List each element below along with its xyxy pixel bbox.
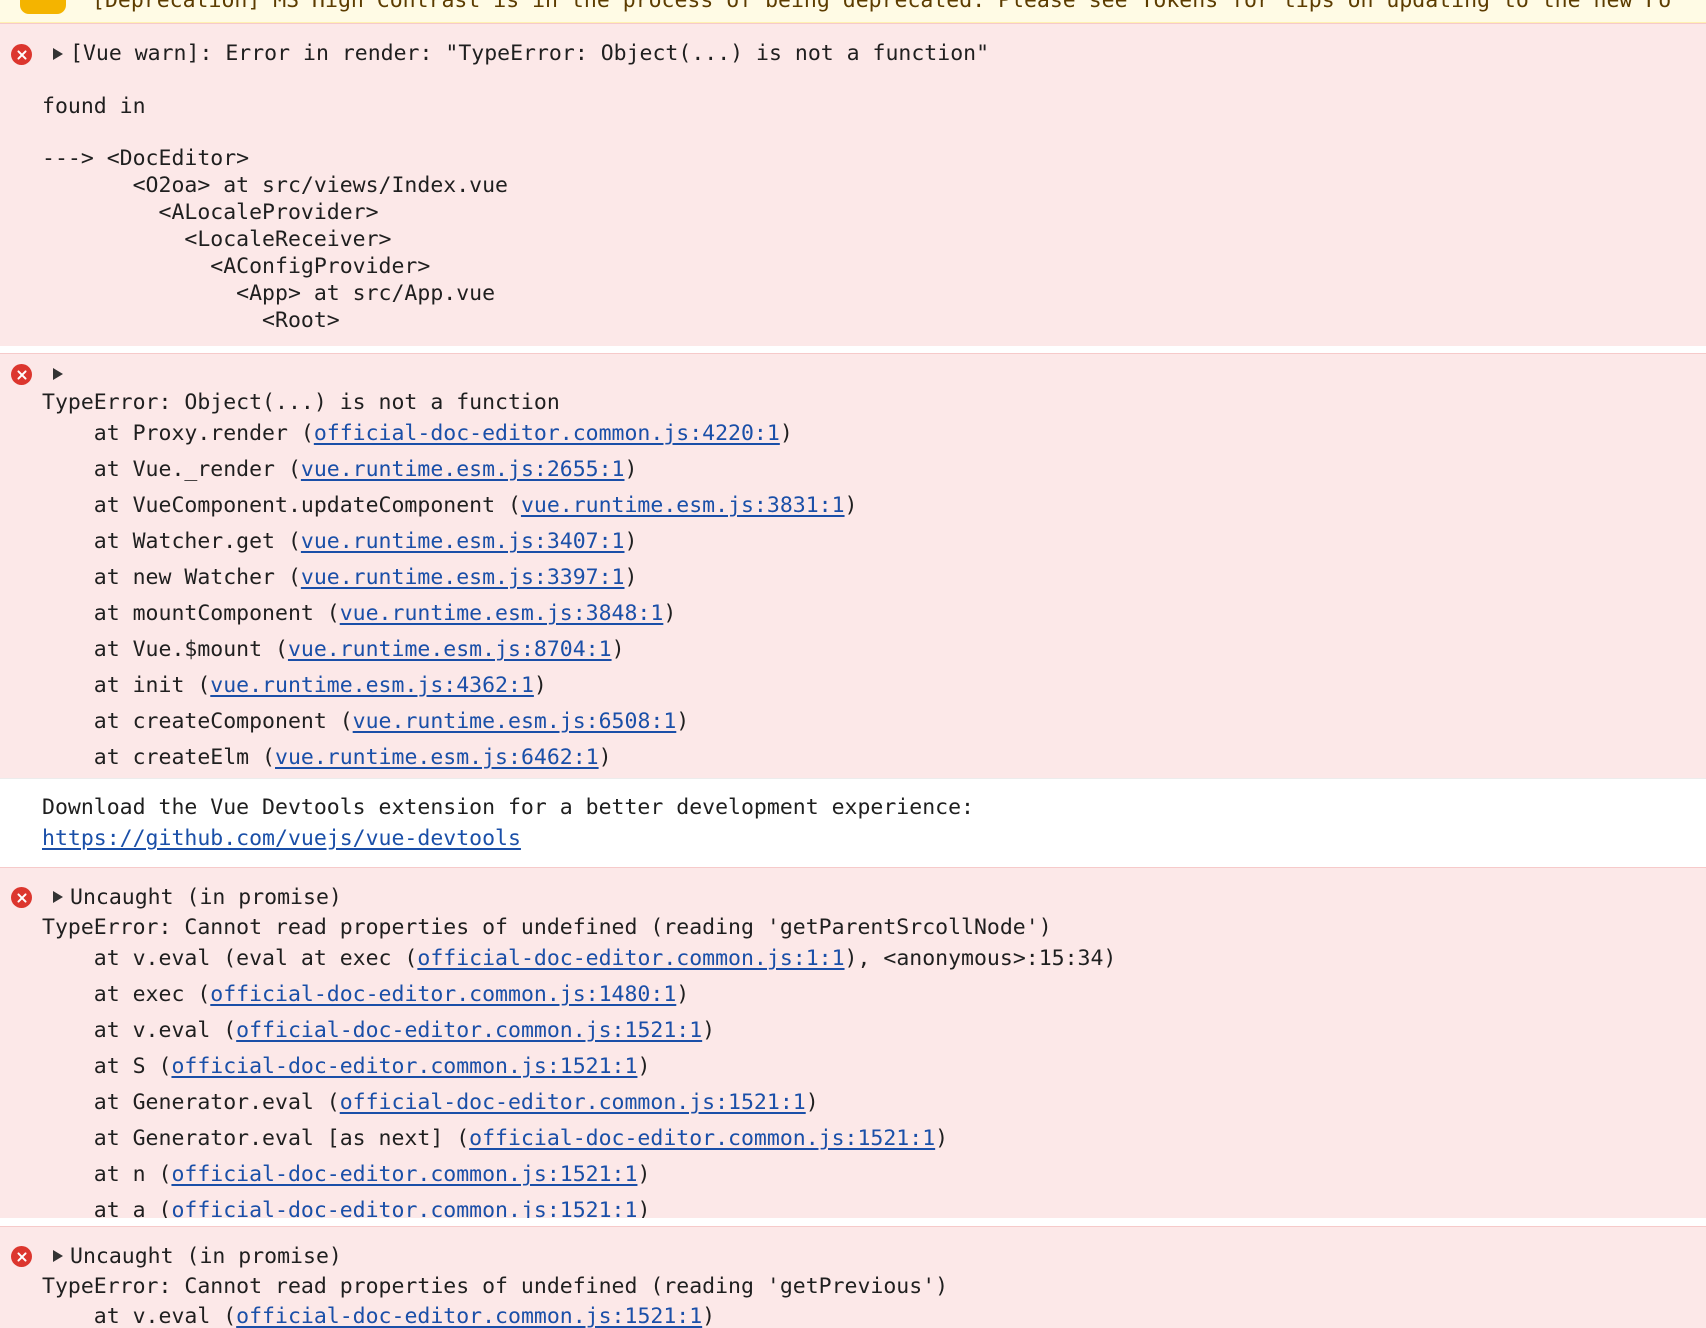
stack-frame: at mountComponent (vue.runtime.esm.js:38…	[42, 601, 677, 626]
source-link[interactable]: vue.runtime.esm.js:2655:1	[301, 457, 625, 482]
component-tree-line: ---> <DocEditor>	[42, 146, 250, 171]
source-link[interactable]: official-doc-editor.common.js:1521:1	[469, 1126, 935, 1151]
source-link[interactable]: vue.runtime.esm.js:6508:1	[353, 709, 677, 734]
source-link[interactable]: official-doc-editor.common.js:1521:1	[236, 1018, 702, 1043]
component-tree-line: <App> at src/App.vue	[42, 281, 496, 306]
stack-frame: at v.eval (eval at exec (official-doc-ed…	[42, 946, 1117, 971]
console-info-devtools: Download the Vue Devtools extension for …	[0, 778, 1706, 868]
stack-frame: at Generator.eval [as next] (official-do…	[42, 1126, 949, 1151]
error-header: TypeError: Cannot read properties of und…	[42, 1274, 949, 1299]
component-tree-line: <LocaleReceiver>	[42, 227, 392, 252]
stack-frame: at exec (official-doc-editor.common.js:1…	[42, 982, 690, 1007]
stack-frame: at createComponent (vue.runtime.esm.js:6…	[42, 709, 690, 734]
source-link[interactable]: vue.runtime.esm.js:3407:1	[301, 529, 625, 554]
source-link[interactable]: vue.runtime.esm.js:6462:1	[275, 745, 599, 770]
stack-frame: at Vue.$mount (vue.runtime.esm.js:8704:1…	[42, 637, 625, 662]
expand-triangle-icon[interactable]	[53, 368, 63, 380]
source-link[interactable]: vue.runtime.esm.js:4362:1	[210, 673, 534, 698]
stack-frame: at Watcher.get (vue.runtime.esm.js:3407:…	[42, 529, 638, 554]
stack-frame: at Vue._render (vue.runtime.esm.js:2655:…	[42, 457, 638, 482]
source-link[interactable]: official-doc-editor.common.js:1521:1	[171, 1054, 637, 1079]
stack-frame: at v.eval (official-doc-editor.common.js…	[42, 1018, 716, 1043]
stack-frame: at VueComponent.updateComponent (vue.run…	[42, 493, 858, 518]
expand-triangle-icon[interactable]	[53, 1250, 63, 1262]
stack-frame: at Proxy.render (official-doc-editor.com…	[42, 421, 793, 446]
error-icon	[11, 364, 32, 385]
info-text: Download the Vue Devtools extension for …	[42, 795, 974, 820]
devtools-link[interactable]: https://github.com/vuejs/vue-devtools	[42, 825, 521, 852]
stack-frame: at createElm (vue.runtime.esm.js:6462:1)	[42, 745, 612, 770]
error-icon	[11, 44, 32, 65]
console-error-uncaught-promise: Uncaught (in promise) TypeError: Cannot …	[0, 1226, 1706, 1328]
found-in-label: found in	[42, 94, 146, 119]
source-link[interactable]: official-doc-editor.common.js:4220:1	[314, 421, 780, 446]
source-link[interactable]: official-doc-editor.common.js:1:1	[417, 946, 844, 971]
source-link[interactable]: official-doc-editor.common.js:1521:1	[236, 1304, 702, 1328]
expand-triangle-icon[interactable]	[53, 48, 63, 60]
stack-frame: at a (official-doc-editor.common.js:1521…	[42, 1197, 651, 1218]
deprecation-warning-text: [Deprecation] MS High Contrast is in the…	[92, 0, 1672, 13]
source-link[interactable]: official-doc-editor.common.js:1521:1	[171, 1162, 637, 1187]
stack-frame: at Generator.eval (official-doc-editor.c…	[42, 1090, 819, 1115]
source-link[interactable]: official-doc-editor.common.js:1521:1	[171, 1198, 637, 1218]
expand-triangle-icon[interactable]	[53, 891, 63, 903]
console-error-vue-warn: [Vue warn]: Error in render: "TypeError:…	[0, 23, 1706, 346]
stack-frame: at n (official-doc-editor.common.js:1521…	[42, 1162, 651, 1187]
stack-frame: at init (vue.runtime.esm.js:4362:1)	[42, 673, 547, 698]
error-icon	[11, 887, 32, 908]
error-summary[interactable]: [Vue warn]: Error in render: "TypeError:…	[70, 40, 989, 67]
error-header: TypeError: Object(...) is not a function	[42, 390, 560, 415]
error-header: TypeError: Cannot read properties of und…	[42, 915, 1052, 940]
source-link[interactable]: official-doc-editor.common.js:1521:1	[340, 1090, 806, 1115]
component-tree-line: <Root>	[42, 308, 340, 333]
source-link[interactable]: vue.runtime.esm.js:3397:1	[301, 565, 625, 590]
source-link[interactable]: vue.runtime.esm.js:8704:1	[288, 637, 612, 662]
source-link[interactable]: vue.runtime.esm.js:3848:1	[340, 601, 664, 626]
warning-count-badge[interactable]	[20, 0, 66, 14]
console-error-typeerror: TypeError: Object(...) is not a function…	[0, 353, 1706, 779]
stack-frame: at v.eval (official-doc-editor.common.js…	[42, 1304, 716, 1328]
source-link[interactable]: vue.runtime.esm.js:3831:1	[521, 493, 845, 518]
error-icon	[11, 1246, 32, 1267]
error-summary[interactable]: Uncaught (in promise)	[70, 1243, 342, 1270]
component-tree-line: <ALocaleProvider>	[42, 200, 379, 225]
error-summary[interactable]: Uncaught (in promise)	[70, 884, 342, 911]
source-link[interactable]: official-doc-editor.common.js:1480:1	[210, 982, 676, 1007]
console-error-uncaught-promise: Uncaught (in promise) TypeError: Cannot …	[0, 867, 1706, 1218]
stack-frame: at S (official-doc-editor.common.js:1521…	[42, 1054, 651, 1079]
component-tree-line: <O2oa> at src/views/Index.vue	[42, 173, 508, 198]
deprecation-warning-message: [Deprecation] MS High Contrast is in the…	[0, 0, 1706, 23]
component-tree-line: <AConfigProvider>	[42, 254, 431, 279]
stack-frame: at new Watcher (vue.runtime.esm.js:3397:…	[42, 565, 638, 590]
